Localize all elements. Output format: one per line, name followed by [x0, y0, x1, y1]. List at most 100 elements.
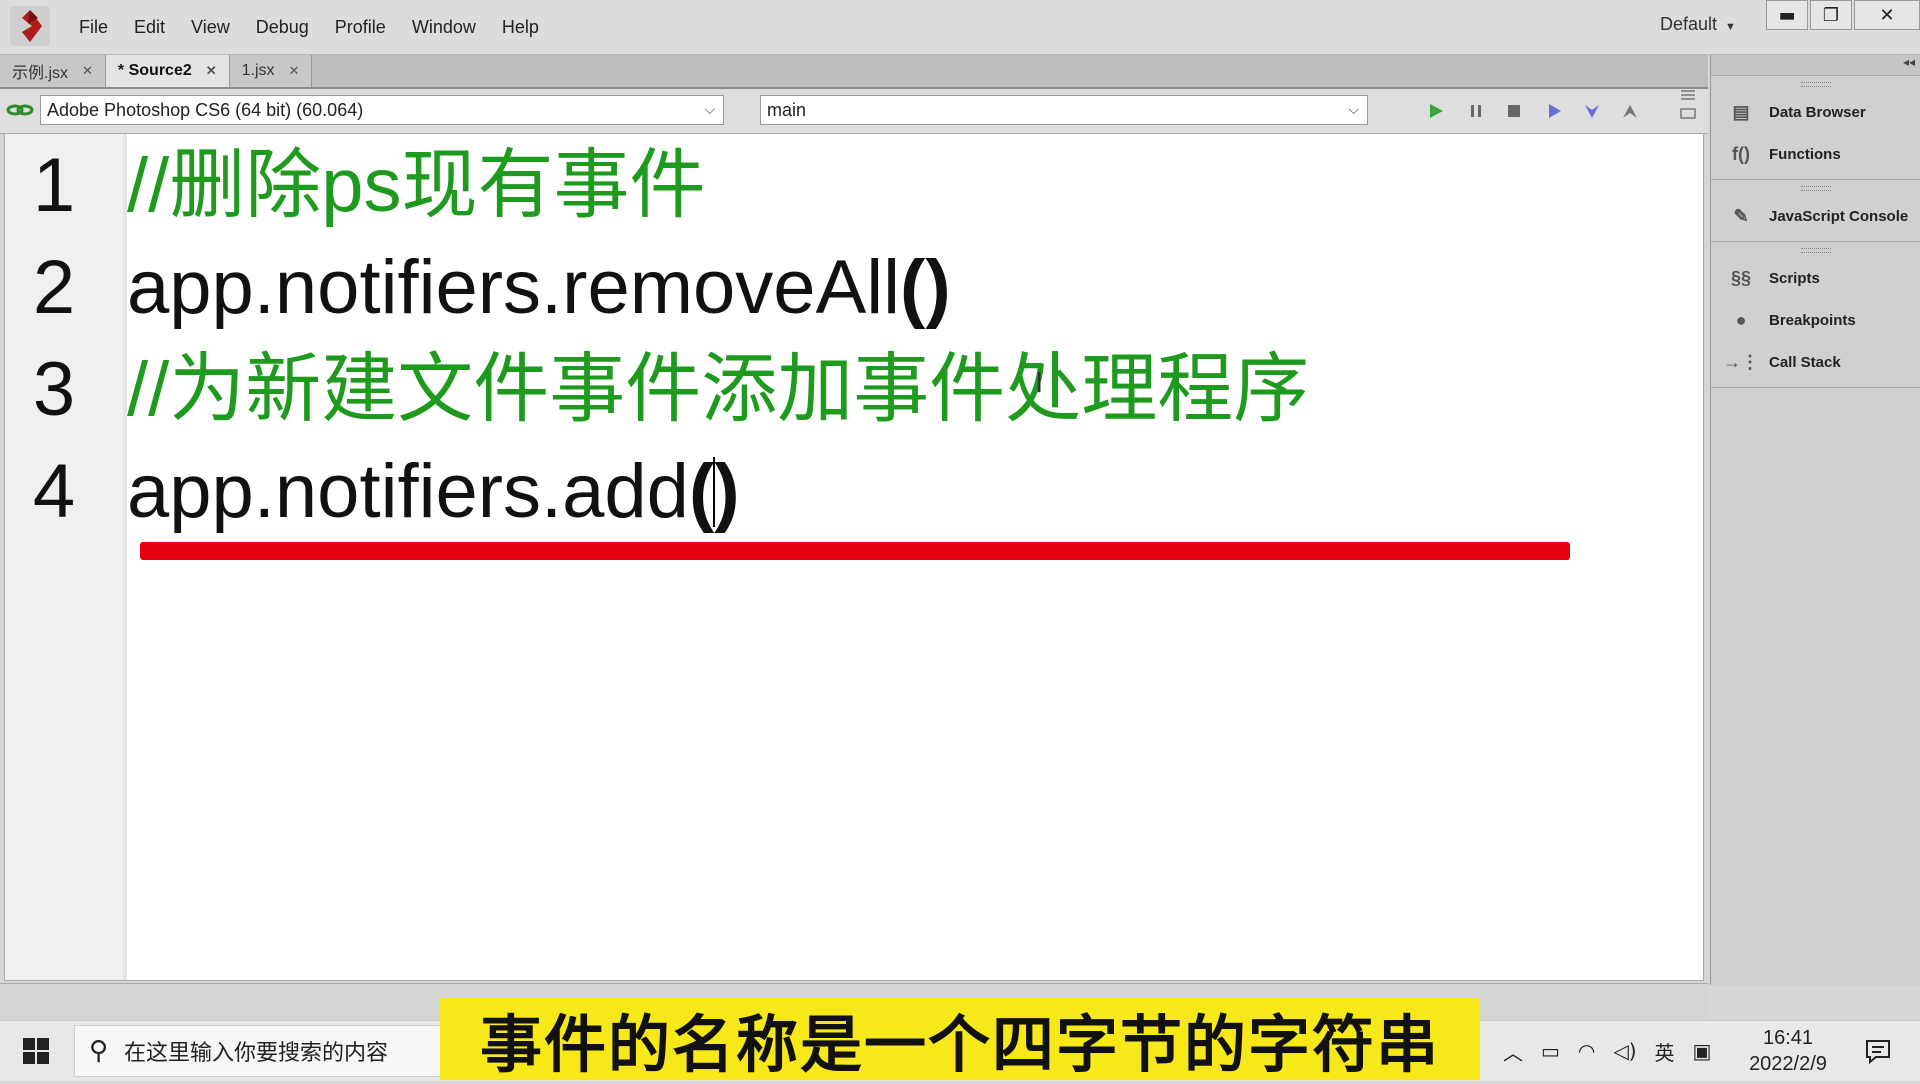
panel-breakpoints[interactable]: ● Breakpoints [1711, 299, 1920, 341]
run-button[interactable] [1424, 99, 1448, 123]
code-paren-open: ( [688, 449, 715, 534]
close-icon[interactable]: ✕ [82, 63, 93, 79]
collapse-icon[interactable]: ◂◂ [1903, 55, 1915, 69]
code-editor[interactable]: 1 //删除ps现有事件 2 app.notifiers.removeAll()… [4, 133, 1704, 981]
panel-group: ✎ JavaScript Console [1711, 180, 1920, 242]
panel-group: ▤ Data Browser f() Functions [1711, 76, 1920, 180]
panel-functions[interactable]: f() Functions [1711, 133, 1920, 175]
main-menu: File Edit View Debug Profile Window Help [66, 0, 552, 54]
side-panel: ◂◂ ▤ Data Browser f() Functions ✎ JavaScrip… [1710, 55, 1920, 985]
code-line: 1 //删除ps现有事件 [5, 138, 1695, 234]
call-stack-icon: →⋮ [1723, 351, 1759, 372]
link-icon[interactable] [6, 99, 34, 121]
chevron-down-icon: ▼ [1725, 21, 1736, 33]
panel-label: JavaScript Console [1769, 207, 1909, 225]
panel-label: Scripts [1769, 269, 1820, 287]
highlight-underline [140, 542, 1570, 560]
volume-icon[interactable]: ◁) [1613, 1039, 1636, 1063]
tab-example-jsx[interactable]: 示例.jsx ✕ [0, 55, 106, 87]
panel-javascript-console[interactable]: ✎ JavaScript Console [1711, 195, 1920, 237]
start-button[interactable] [0, 1021, 72, 1081]
stop-button[interactable] [1502, 99, 1526, 123]
system-tray: ︿ ▭ ◠ ◁) 英 ▣ [1494, 1021, 1720, 1081]
step-over-button[interactable] [1542, 99, 1566, 123]
panel-menu-button[interactable] [1676, 90, 1700, 119]
code-line: 2 app.notifiers.removeAll() [5, 240, 1695, 336]
panel-label: Call Stack [1769, 353, 1841, 371]
window-controls: ▬ ❐ ✕ [1764, 0, 1920, 30]
target-application-select[interactable]: Adobe Photoshop CS6 (64 bit) (60.064) ⌵ [40, 95, 724, 125]
video-subtitle: 事件的名称是一个四字节的字符串 [440, 998, 1480, 1081]
pause-icon [1471, 105, 1481, 117]
restore-button[interactable]: ❐ [1810, 0, 1852, 30]
code-line: 4 app.notifiers.add() [5, 444, 1695, 540]
workspace-selector[interactable]: Default ▼ [1660, 14, 1736, 35]
chevron-up-icon[interactable]: ︿ [1503, 1037, 1523, 1066]
menu-help[interactable]: Help [489, 17, 552, 38]
menu-debug[interactable]: Debug [243, 17, 322, 38]
close-icon: ✕ [1879, 4, 1895, 26]
grip-handle[interactable] [1801, 82, 1831, 87]
line-number: 2 [32, 245, 76, 330]
line-number: 3 [32, 347, 76, 432]
menu-edit[interactable]: Edit [121, 17, 178, 38]
code-parens: () [900, 245, 951, 330]
minimize-icon: ▬ [1778, 4, 1796, 26]
tab-1-jsx[interactable]: 1.jsx ✕ [229, 55, 313, 87]
menu-file[interactable]: File [66, 17, 121, 38]
document-tab-bar: 示例.jsx ✕ * Source2 ✕ 1.jsx ✕ [0, 55, 1708, 89]
clock-date: 2022/2/9 [1749, 1053, 1827, 1075]
chevron-down-icon: ⌵ [704, 101, 715, 117]
clock-time: 16:41 [1762, 1027, 1814, 1049]
restore-icon: ❐ [1822, 4, 1840, 26]
grip-handle[interactable] [1801, 186, 1831, 191]
debug-toolbar: Adobe Photoshop CS6 (64 bit) (60.064) ⌵ … [0, 89, 1708, 134]
tab-source2[interactable]: * Source2 ✕ [105, 55, 230, 87]
code-text: app.notifiers.add [127, 449, 689, 534]
step-over-icon [1549, 104, 1561, 118]
panel-scripts[interactable]: §§ Scripts [1711, 257, 1920, 299]
code-text: app.notifiers.removeAll [127, 245, 901, 330]
panel-call-stack[interactable]: →⋮ Call Stack [1711, 341, 1920, 383]
close-icon[interactable]: ✕ [289, 63, 300, 79]
panel-group: §§ Scripts ● Breakpoints →⋮ Call Stack [1711, 242, 1920, 388]
list-icon [1680, 90, 1696, 119]
chevron-down-icon: ⌵ [1348, 101, 1359, 117]
menu-window[interactable]: Window [399, 17, 489, 38]
grip-handle[interactable] [1801, 248, 1831, 253]
menu-profile[interactable]: Profile [322, 17, 399, 38]
menu-view[interactable]: View [178, 17, 243, 38]
console-icon: ✎ [1733, 205, 1749, 226]
battery-icon[interactable]: ▭ [1541, 1039, 1560, 1063]
close-button[interactable]: ✕ [1854, 0, 1920, 30]
ime-indicator[interactable]: 英 [1655, 1037, 1675, 1066]
menu-bar: File Edit View Debug Profile Window Help… [0, 0, 1920, 55]
engine-select[interactable]: main ⌵ [760, 95, 1368, 125]
search-icon: ⚲ [89, 1036, 109, 1066]
line-number: 1 [32, 143, 76, 228]
functions-icon: f() [1732, 143, 1750, 164]
panel-label: Data Browser [1769, 103, 1866, 121]
code-statement: app.notifiers.removeAll() [127, 240, 951, 336]
ibeam-cursor-icon: Ⅰ [1035, 366, 1044, 399]
code-line: 3 //为新建文件事件添加事件处理程序 [5, 342, 1695, 438]
breakpoints-icon: ● [1735, 309, 1747, 330]
minimize-button[interactable]: ▬ [1766, 0, 1808, 30]
engine-value: main [767, 99, 807, 120]
notification-icon[interactable] [1864, 1037, 1892, 1065]
step-out-button[interactable] [1618, 99, 1642, 123]
panel-data-browser[interactable]: ▤ Data Browser [1711, 91, 1920, 133]
step-out-icon [1623, 105, 1637, 118]
taskbar-clock[interactable]: 16:41 2022/2/9 [1728, 1025, 1848, 1077]
taskbar-search-input[interactable]: ⚲ 在这里输入你要搜索的内容 [74, 1025, 454, 1077]
side-panel-header: ◂◂ [1711, 55, 1920, 76]
tab-label: 1.jsx [241, 62, 275, 79]
tab-label: * Source2 [117, 62, 192, 79]
input-method-icon[interactable]: ▣ [1693, 1039, 1712, 1063]
extendscript-logo-icon [10, 6, 50, 46]
target-application-value: Adobe Photoshop CS6 (64 bit) (60.064) [47, 99, 364, 120]
close-icon[interactable]: ✕ [206, 63, 217, 79]
step-into-button[interactable] [1580, 99, 1604, 123]
wifi-icon[interactable]: ◠ [1578, 1039, 1595, 1063]
pause-button[interactable] [1464, 99, 1488, 123]
